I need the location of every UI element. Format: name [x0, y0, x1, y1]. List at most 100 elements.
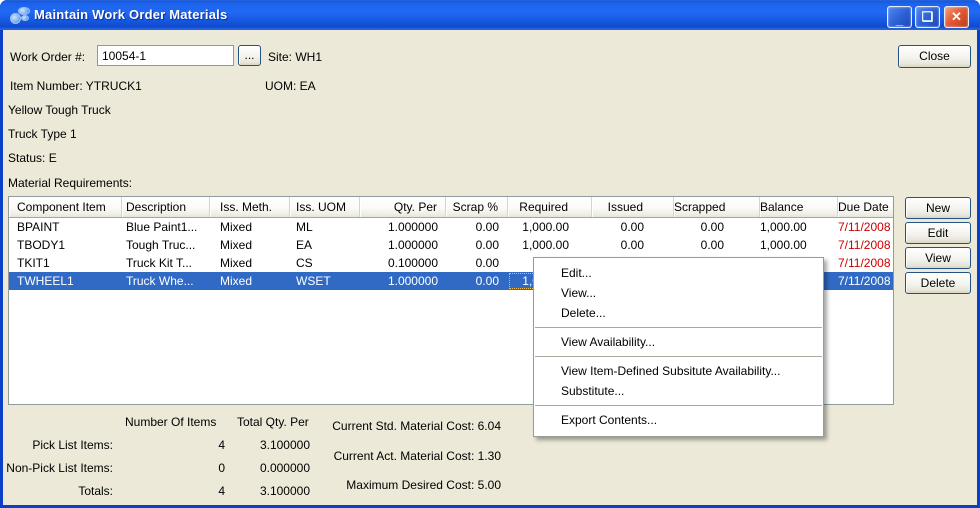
column-header[interactable]: Issued	[592, 197, 674, 217]
table-cell[interactable]: 7/11/2008	[838, 218, 894, 236]
cost-line: Current Act. Material Cost: 1.30	[318, 449, 501, 463]
table-cell[interactable]: Mixed	[210, 272, 290, 290]
table-cell[interactable]: 0.00	[592, 236, 674, 254]
menu-separator	[535, 405, 822, 406]
table-cell[interactable]: Mixed	[210, 254, 290, 272]
summary-row-label: Totals:	[3, 484, 113, 498]
table-cell[interactable]: 1.000000	[360, 236, 446, 254]
column-header[interactable]: Iss. UOM	[290, 197, 360, 217]
table-cell[interactable]: ML	[290, 218, 360, 236]
menu-item-delete[interactable]: Delete...	[534, 303, 823, 323]
view-button[interactable]: View	[905, 247, 971, 269]
maximize-icon[interactable]: ❑	[915, 6, 940, 28]
column-header[interactable]: Balance	[760, 197, 838, 217]
table-cell[interactable]: Truck Whe...	[122, 272, 210, 290]
menu-item-view-item-defined-subsitute-availability[interactable]: View Item-Defined Subsitute Availability…	[534, 361, 823, 381]
table-cell[interactable]: 1,000.00	[508, 236, 592, 254]
column-header[interactable]: Qty. Per	[360, 197, 446, 217]
work-order-input[interactable]	[97, 45, 234, 66]
table-cell[interactable]: Blue Paint1...	[122, 218, 210, 236]
table-cell[interactable]: 1,000.00	[760, 218, 838, 236]
close-icon[interactable]: ✕	[944, 6, 969, 28]
item-description-line1: Yellow Tough Truck	[8, 103, 111, 117]
context-menu: Edit...View...Delete... View Availability…	[533, 257, 824, 437]
menu-item-view-availability[interactable]: View Availability...	[534, 332, 823, 352]
table-row[interactable]: TBODY1Tough Truc...MixedEA1.0000000.001,…	[9, 236, 893, 254]
edit-button[interactable]: Edit	[905, 222, 971, 244]
app-icon[interactable]	[9, 6, 29, 24]
dialog-window: Maintain Work Order Materials _ ❑ ✕ Work…	[0, 0, 980, 508]
summary-row-count: 4	[163, 438, 225, 452]
table-cell[interactable]: 0.00	[446, 218, 508, 236]
table-cell[interactable]: TWHEEL1	[9, 272, 122, 290]
menu-separator	[535, 356, 822, 357]
summary-row-qty: 3.100000	[243, 438, 310, 452]
table-cell[interactable]: EA	[290, 236, 360, 254]
cost-line: Current Std. Material Cost: 6.04	[318, 419, 501, 433]
column-header[interactable]: Component Item	[9, 197, 122, 217]
table-row[interactable]: BPAINTBlue Paint1...MixedML1.0000000.001…	[9, 218, 893, 236]
uom-label: UOM: EA	[265, 79, 316, 93]
table-header[interactable]: Component ItemDescriptionIss. Meth.Iss. …	[9, 197, 893, 218]
table-cell[interactable]: 0.00	[446, 236, 508, 254]
table-cell[interactable]: TBODY1	[9, 236, 122, 254]
table-cell[interactable]: Mixed	[210, 236, 290, 254]
table-cell[interactable]: TKIT1	[9, 254, 122, 272]
table-cell[interactable]: Mixed	[210, 218, 290, 236]
close-button[interactable]: Close	[898, 45, 971, 68]
table-cell[interactable]: 0.00	[446, 254, 508, 272]
table-cell[interactable]: 0.00	[446, 272, 508, 290]
site-label: Site: WH1	[268, 50, 322, 64]
cost-line: Maximum Desired Cost: 5.00	[318, 478, 501, 492]
column-header[interactable]: Description	[122, 197, 210, 217]
summary-row-label: Pick List Items:	[3, 438, 113, 452]
table-cell[interactable]: Tough Truc...	[122, 236, 210, 254]
table-cell[interactable]: WSET	[290, 272, 360, 290]
material-requirements-label: Material Requirements:	[8, 176, 132, 190]
table-cell[interactable]: CS	[290, 254, 360, 272]
table-cell[interactable]: Truck Kit T...	[122, 254, 210, 272]
browse-button[interactable]: ...	[238, 45, 261, 66]
app-icon-circle	[18, 7, 30, 15]
column-header[interactable]: Scrapped	[674, 197, 760, 217]
summary-row-label: Non-Pick List Items:	[3, 461, 113, 475]
summary-row-qty: 3.100000	[243, 484, 310, 498]
column-header[interactable]: Required	[508, 197, 592, 217]
table-cell[interactable]: 7/11/2008	[838, 236, 894, 254]
table-cell[interactable]: 1.000000	[360, 218, 446, 236]
app-icon-circle	[21, 15, 29, 21]
item-number-label: Item Number: YTRUCK1	[10, 79, 142, 93]
table-cell[interactable]: 1,000.00	[760, 236, 838, 254]
menu-item-export-contents[interactable]: Export Contents...	[534, 410, 823, 430]
table-cell[interactable]: 0.00	[674, 218, 760, 236]
menu-item-substitute[interactable]: Substitute...	[534, 381, 823, 401]
delete-button[interactable]: Delete	[905, 272, 971, 294]
table-cell[interactable]: 0.00	[592, 218, 674, 236]
menu-item-edit[interactable]: Edit...	[534, 263, 823, 283]
column-header[interactable]: Due Date	[838, 197, 894, 217]
table-cell[interactable]: 7/11/2008	[838, 254, 894, 272]
table-cell[interactable]: 1,000.00	[508, 218, 592, 236]
status-label: Status: E	[8, 151, 57, 165]
summary-header-total-qty-per: Total Qty. Per	[237, 415, 309, 429]
title-bar[interactable]: Maintain Work Order Materials _ ❑ ✕	[0, 0, 980, 30]
table-cell[interactable]: 1.000000	[360, 272, 446, 290]
summary-header-number-of-items: Number Of Items	[125, 415, 216, 429]
table-cell[interactable]: 0.00	[674, 236, 760, 254]
table-cell[interactable]: BPAINT	[9, 218, 122, 236]
table-cell[interactable]: 0.100000	[360, 254, 446, 272]
window-title: Maintain Work Order Materials	[34, 7, 227, 22]
client-area: Work Order #: ... Site: WH1 Close Item N…	[3, 30, 977, 505]
new-button[interactable]: New	[905, 197, 971, 219]
work-order-label: Work Order #:	[10, 50, 85, 64]
menu-item-view[interactable]: View...	[534, 283, 823, 303]
menu-separator	[535, 327, 822, 328]
summary-row-qty: 0.000000	[243, 461, 310, 475]
summary-row-count: 0	[163, 461, 225, 475]
summary-row-count: 4	[163, 484, 225, 498]
column-header[interactable]: Iss. Meth.	[210, 197, 290, 217]
minimize-icon[interactable]: _	[887, 6, 912, 28]
item-description-line2: Truck Type 1	[8, 127, 77, 141]
table-cell[interactable]: 7/11/2008	[838, 272, 894, 290]
column-header[interactable]: Scrap %	[446, 197, 508, 217]
